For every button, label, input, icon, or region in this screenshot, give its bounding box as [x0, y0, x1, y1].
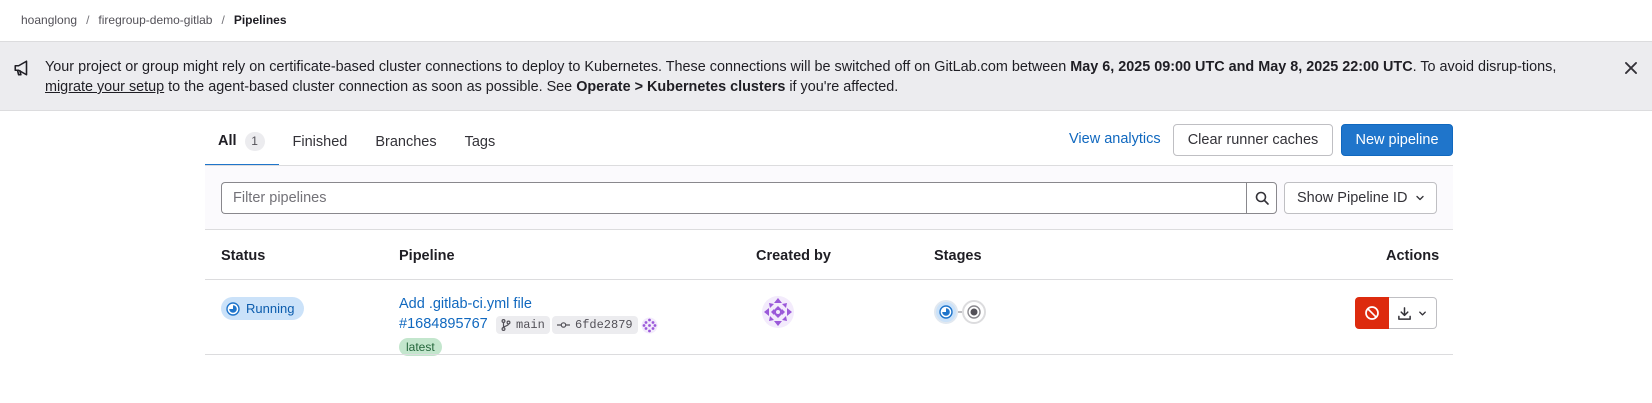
pipeline-commit-title-link[interactable]: Add .gitlab-ci.yml file	[399, 296, 532, 312]
status-pending-icon	[967, 305, 981, 319]
column-header-created-by: Created by	[756, 248, 831, 264]
commit-icon	[557, 322, 570, 328]
tab-branches[interactable]: Branches	[361, 118, 450, 166]
megaphone-icon	[14, 60, 28, 76]
commit-sha[interactable]: 6fde2879	[552, 316, 638, 334]
column-header-status: Status	[221, 248, 266, 264]
branch-icon	[501, 319, 511, 331]
clear-runner-caches-button[interactable]: Clear runner caches	[1173, 124, 1333, 156]
breadcrumb-item-project[interactable]: firegroup-demo-gitlab	[98, 13, 212, 27]
download-artifacts-dropdown[interactable]	[1389, 297, 1437, 329]
tab-tags[interactable]: Tags	[451, 118, 510, 166]
migrate-setup-link[interactable]: migrate your setup	[45, 79, 164, 95]
table-header-divider	[205, 279, 1453, 280]
pipeline-id-link[interactable]: #1684895767	[399, 316, 488, 332]
pipeline-stages	[934, 300, 986, 324]
close-icon[interactable]	[1622, 59, 1640, 77]
column-header-actions: Actions	[1386, 248, 1440, 264]
search-icon	[1255, 191, 1269, 205]
branch-ref[interactable]: main	[496, 316, 550, 334]
breadcrumb-item-pipelines[interactable]: Pipelines	[234, 13, 287, 27]
tab-all[interactable]: All 1	[205, 118, 279, 166]
tab-finished[interactable]: Finished	[279, 118, 362, 166]
search-button[interactable]	[1246, 182, 1277, 214]
download-icon	[1398, 306, 1411, 320]
tab-count-badge: 1	[244, 131, 265, 151]
commit-author-avatar[interactable]	[641, 317, 658, 334]
chevron-down-icon	[1419, 311, 1426, 315]
status-running-icon	[226, 301, 240, 316]
deprecation-banner: Your project or group might rely on cert…	[0, 41, 1652, 111]
status-running-icon	[939, 305, 953, 319]
stage-running[interactable]	[934, 300, 958, 324]
breadcrumb-item-hoanglong[interactable]: hoanglong	[21, 13, 77, 27]
cancel-pipeline-button[interactable]	[1355, 297, 1389, 329]
status-badge[interactable]: Running	[221, 297, 305, 320]
pipeline-tabs: All 1 Finished Branches Tags	[205, 118, 509, 166]
table-row-divider	[205, 354, 1453, 355]
avatar[interactable]	[761, 295, 795, 329]
column-header-stages: Stages	[934, 248, 982, 264]
column-header-pipeline: Pipeline	[399, 248, 455, 264]
banner-message: Your project or group might rely on cert…	[45, 59, 1557, 95]
chevron-down-icon	[1416, 195, 1425, 201]
show-pipeline-id-dropdown[interactable]: Show Pipeline ID	[1284, 182, 1437, 214]
stage-pending[interactable]	[962, 300, 986, 324]
filter-bar: Show Pipeline ID	[205, 166, 1453, 230]
view-analytics-link[interactable]: View analytics	[1069, 131, 1161, 147]
breadcrumb-separator: /	[86, 13, 90, 27]
breadcrumb-separator: /	[221, 13, 225, 27]
filter-pipelines-input[interactable]	[221, 182, 1246, 214]
cancel-icon	[1365, 306, 1379, 320]
new-pipeline-button[interactable]: New pipeline	[1341, 124, 1453, 156]
breadcrumb: hoanglong / firegroup-demo-gitlab / Pipe…	[21, 12, 287, 28]
